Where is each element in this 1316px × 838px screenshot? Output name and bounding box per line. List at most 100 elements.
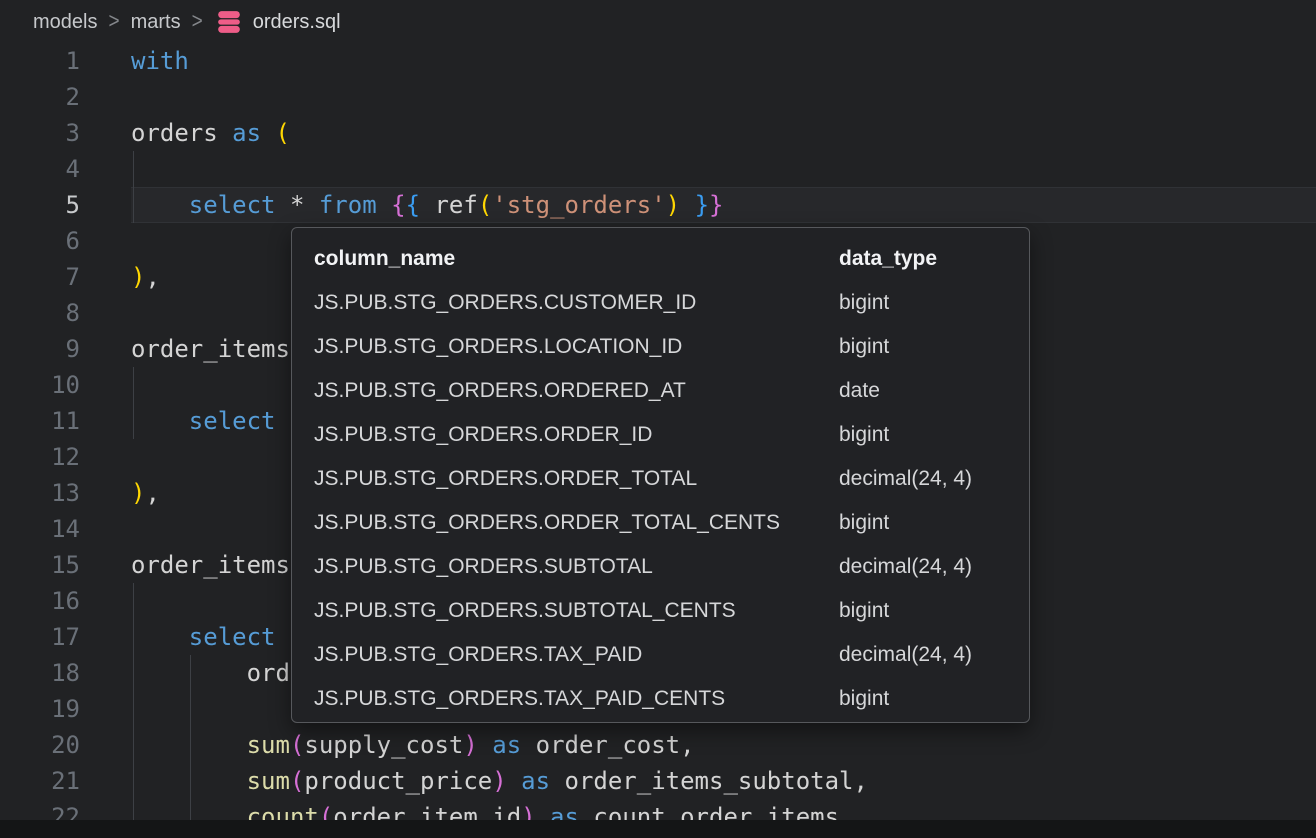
code-token: ( <box>276 119 290 147</box>
code-token <box>680 191 694 219</box>
code-text: order_items <box>131 331 290 367</box>
code-line[interactable]: 5 select * from {{ ref('stg_orders') }} <box>0 187 1316 223</box>
indent-guide <box>190 691 191 727</box>
code-token: order_items <box>131 335 290 363</box>
chevron-right-icon: > <box>108 9 119 34</box>
code-token: , <box>145 263 159 291</box>
code-token <box>507 767 521 795</box>
line-number: 9 <box>0 331 80 367</box>
data-type-cell: bigint <box>839 413 1021 457</box>
code-token: ) <box>131 263 145 291</box>
code-token <box>131 407 189 435</box>
column-name-cell: JS.PUB.STG_ORDERS.TAX_PAID_CENTS <box>314 677 836 721</box>
data-type-cell: decimal(24, 4) <box>839 545 1021 589</box>
popup-header-data-type: data_type <box>839 237 1021 281</box>
line-number: 13 <box>0 475 80 511</box>
line-number: 3 <box>0 115 80 151</box>
popup-row: JS.PUB.STG_ORDERS.ORDER_IDbigint <box>292 413 1029 457</box>
code-token: { <box>391 191 405 219</box>
indent-guide <box>133 691 134 727</box>
data-type-cell: bigint <box>839 325 1021 369</box>
column-name-cell: JS.PUB.STG_ORDERS.SUBTOTAL <box>314 545 836 589</box>
code-token <box>131 623 189 651</box>
column-name-cell: JS.PUB.STG_ORDERS.LOCATION_ID <box>314 325 836 369</box>
code-text: ), <box>131 475 160 511</box>
code-line[interactable]: 4 <box>0 151 1316 187</box>
code-token: select <box>189 407 276 435</box>
breadcrumb-item-models[interactable]: models <box>33 11 97 34</box>
code-text: orders as ( <box>131 115 290 151</box>
code-token: ( <box>290 767 304 795</box>
breadcrumb-file-name[interactable]: orders.sql <box>253 11 341 34</box>
code-line[interactable]: 2 <box>0 79 1316 115</box>
code-text: select <box>131 619 276 655</box>
column-name-cell: JS.PUB.STG_ORDERS.ORDER_TOTAL <box>314 457 836 501</box>
code-text: sum(supply_cost) as order_cost, <box>131 727 695 763</box>
line-number: 10 <box>0 367 80 403</box>
column-name-cell: JS.PUB.STG_ORDERS.ORDER_ID <box>314 413 836 457</box>
indent-guide <box>133 151 134 187</box>
line-number: 1 <box>0 43 80 79</box>
code-token: from <box>319 191 377 219</box>
code-token: supply_cost <box>304 731 463 759</box>
indent-guide <box>133 367 134 403</box>
line-number: 18 <box>0 655 80 691</box>
code-token: select <box>189 191 276 219</box>
code-token: { <box>406 191 420 219</box>
popup-row: JS.PUB.STG_ORDERS.ORDERED_ATdate <box>292 369 1029 413</box>
code-token: select <box>189 623 276 651</box>
code-token: order_items <box>131 551 290 579</box>
code-token: ) <box>492 767 506 795</box>
code-token: ord <box>131 659 290 687</box>
code-line[interactable]: 20 sum(supply_cost) as order_cost, <box>0 727 1316 763</box>
code-line[interactable]: 3 orders as ( <box>0 115 1316 151</box>
data-type-cell: decimal(24, 4) <box>839 457 1021 501</box>
code-token <box>377 191 391 219</box>
code-token: ref <box>420 191 478 219</box>
line-number: 4 <box>0 151 80 187</box>
line-number: 16 <box>0 583 80 619</box>
code-text: order_items <box>131 547 290 583</box>
code-token: order_cost, <box>521 731 694 759</box>
code-token <box>131 731 247 759</box>
popup-row: JS.PUB.STG_ORDERS.TAX_PAID_CENTSbigint <box>292 677 1029 721</box>
line-number: 11 <box>0 403 80 439</box>
code-token <box>131 191 189 219</box>
code-text: select <box>131 403 276 439</box>
code-token: , <box>145 479 159 507</box>
popup-row: JS.PUB.STG_ORDERS.TAX_PAIDdecimal(24, 4) <box>292 633 1029 677</box>
breadcrumb-item-marts[interactable]: marts <box>131 11 181 34</box>
code-token: ) <box>131 479 145 507</box>
code-token: product_price <box>304 767 492 795</box>
data-type-cell: bigint <box>839 677 1021 721</box>
code-token: ) <box>463 731 477 759</box>
popup-header-row: column_namedata_type <box>292 237 1029 281</box>
code-token: } <box>709 191 723 219</box>
code-text: sum(product_price) as order_items_subtot… <box>131 763 868 799</box>
popup-row: JS.PUB.STG_ORDERS.SUBTOTALdecimal(24, 4) <box>292 545 1029 589</box>
data-type-cell: date <box>839 369 1021 413</box>
hover-popup: column_namedata_typeJS.PUB.STG_ORDERS.CU… <box>291 227 1030 723</box>
code-token: } <box>695 191 709 219</box>
code-line[interactable]: 1with <box>0 43 1316 79</box>
line-number: 19 <box>0 691 80 727</box>
code-text: ord <box>131 655 290 691</box>
column-name-cell: JS.PUB.STG_ORDERS.TAX_PAID <box>314 633 836 677</box>
code-token: sum <box>247 767 290 795</box>
code-line[interactable]: 21 sum(product_price) as order_items_sub… <box>0 763 1316 799</box>
editor-window: models > marts > orders.sql 1with23order… <box>0 0 1316 838</box>
line-number: 21 <box>0 763 80 799</box>
column-name-cell: JS.PUB.STG_ORDERS.ORDERED_AT <box>314 369 836 413</box>
line-number: 5 <box>0 187 80 223</box>
line-number: 20 <box>0 727 80 763</box>
code-token <box>261 119 275 147</box>
popup-row: JS.PUB.STG_ORDERS.ORDER_TOTALdecimal(24,… <box>292 457 1029 501</box>
column-name-cell: JS.PUB.STG_ORDERS.SUBTOTAL_CENTS <box>314 589 836 633</box>
code-token <box>131 767 247 795</box>
line-number: 14 <box>0 511 80 547</box>
code-text: select * from {{ ref('stg_orders') }} <box>131 187 723 223</box>
popup-row: JS.PUB.STG_ORDERS.ORDER_TOTAL_CENTSbigin… <box>292 501 1029 545</box>
line-number: 17 <box>0 619 80 655</box>
code-token: * <box>276 191 319 219</box>
data-type-cell: bigint <box>839 589 1021 633</box>
